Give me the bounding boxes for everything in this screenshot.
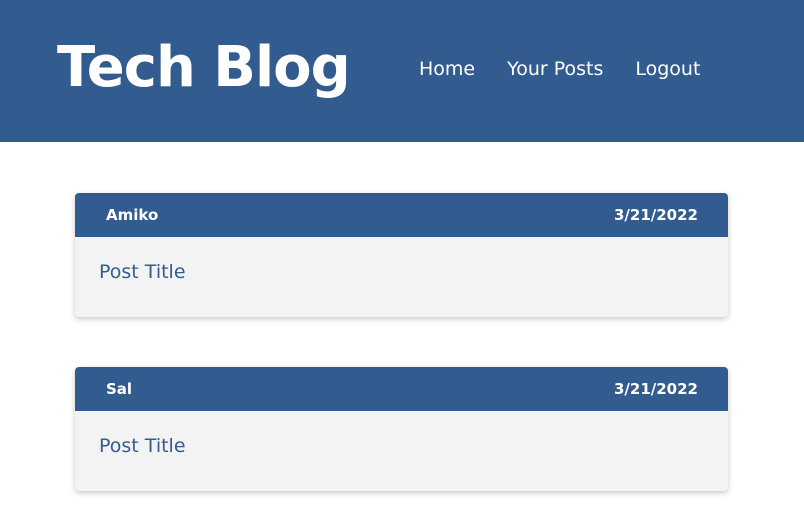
post-date: 3/21/2022	[613, 380, 698, 398]
nav-logout-link[interactable]: Logout	[635, 55, 700, 83]
site-logo[interactable]: Tech Blog	[57, 36, 351, 100]
post-title[interactable]: Post Title	[99, 260, 186, 284]
post-card[interactable]: Sal 3/21/2022 Post Title	[75, 367, 728, 491]
post-card-header: Amiko 3/21/2022	[75, 193, 728, 237]
post-date: 3/21/2022	[613, 206, 698, 224]
nav-home-link[interactable]: Home	[419, 55, 475, 83]
nav-your-posts-link[interactable]: Your Posts	[507, 55, 603, 83]
site-header: Tech Blog Home Your Posts Logout	[0, 0, 804, 142]
post-card[interactable]: Amiko 3/21/2022 Post Title	[75, 193, 728, 317]
main-nav: Home Your Posts Logout	[419, 55, 700, 83]
post-title[interactable]: Post Title	[99, 434, 186, 458]
post-author: Sal	[106, 380, 133, 398]
post-author: Amiko	[106, 206, 159, 224]
post-card-header: Sal 3/21/2022	[75, 367, 728, 411]
